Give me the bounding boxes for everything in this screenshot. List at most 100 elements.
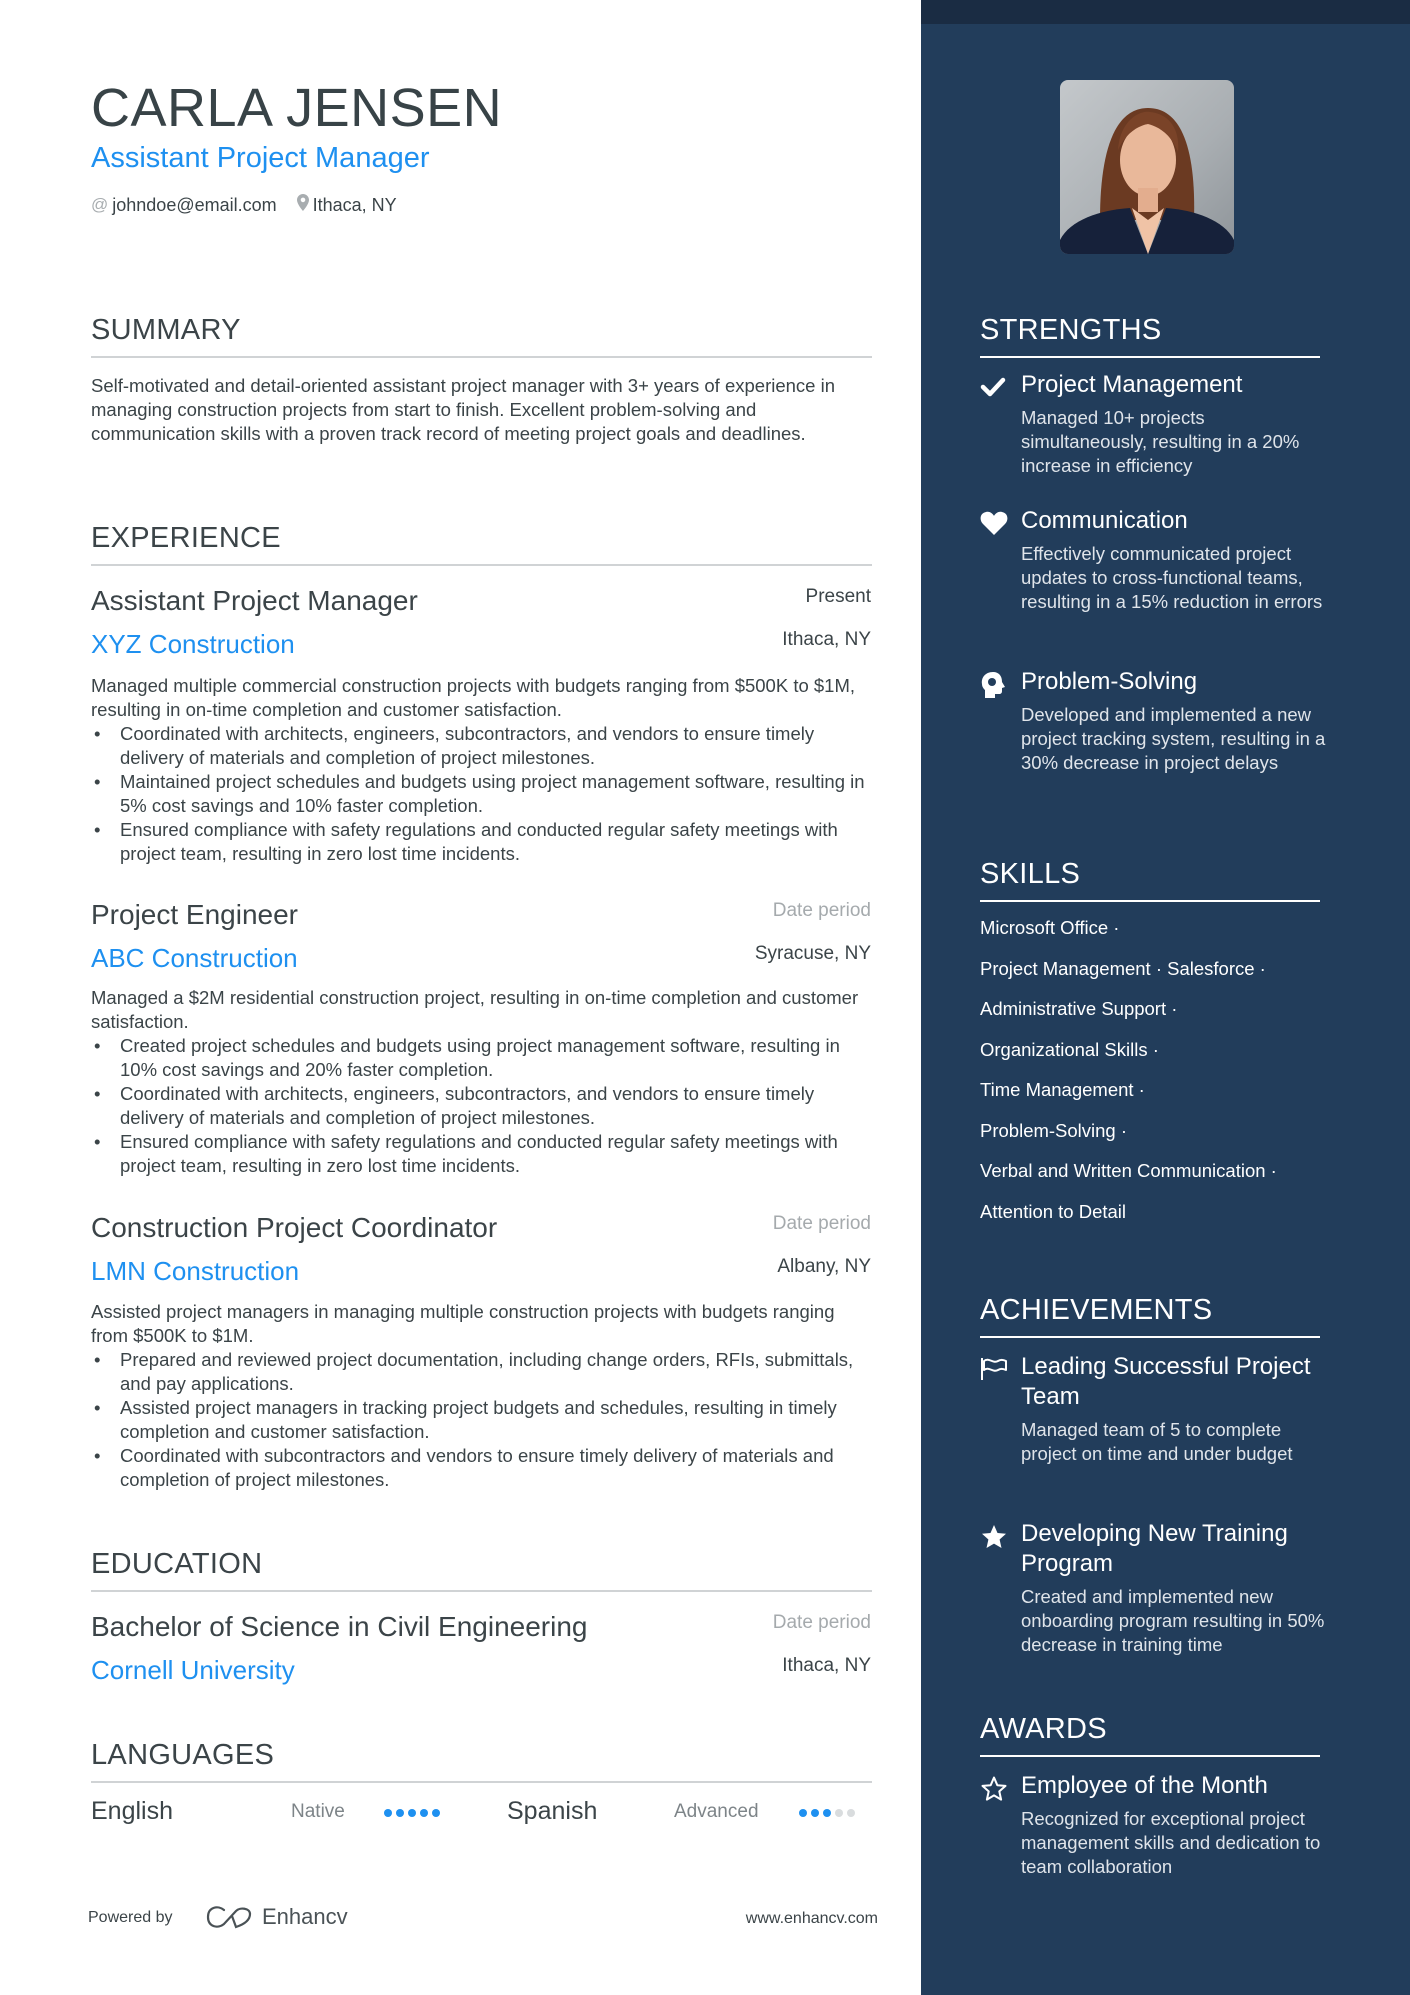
map-pin-icon	[296, 194, 309, 216]
job-title: Construction Project Coordinator	[91, 1212, 498, 1243]
education-school[interactable]: Cornell University	[91, 1653, 295, 1687]
job-location: Syracuse, NY	[754, 943, 871, 964]
location-text: Ithaca, NY	[312, 194, 397, 215]
brand-name: Enhancv	[262, 1904, 348, 1929]
skill-line: Organizational Skills ·	[980, 1038, 1159, 1060]
heart-icon	[980, 510, 1008, 538]
job-title: Assistant Project Manager	[91, 585, 418, 616]
website-link[interactable]: www.enhancv.com	[746, 1910, 878, 1928]
proficiency-dot-filled	[408, 1809, 416, 1817]
skill-line: Attention to Detail	[980, 1200, 1127, 1222]
sidebar-top-bar	[921, 0, 1410, 24]
job-bullet: Created project schedules and budgets us…	[91, 1034, 872, 1082]
job-bullet: Coordinated with architects, engineers, …	[91, 1082, 872, 1130]
job-company[interactable]: ABC Construction	[91, 941, 298, 975]
checkmark-icon	[980, 374, 1008, 402]
sidebar: STRENGTHS Project Management Managed 10+…	[921, 0, 1410, 1995]
strength-description: Developed and implemented a new project …	[1021, 704, 1326, 773]
languages-list: English Native Spanish Advanced	[91, 1797, 872, 1833]
award-title: Employee of the Month	[1021, 1772, 1268, 1799]
email-text: johndoe@email.com	[112, 194, 277, 215]
awards-heading: AWARDS	[980, 1711, 1320, 1757]
achievement-description: Created and implemented new onboarding p…	[1021, 1586, 1325, 1655]
main-column: CARLA JENSEN Assistant Project Manager @…	[0, 0, 921, 1995]
skills-list: Microsoft Office · Project Management · …	[980, 916, 1330, 1240]
job-title: Project Engineer	[91, 899, 299, 930]
job-bullets: Prepared and reviewed project documentat…	[91, 1348, 872, 1492]
contact-info: @ johndoe@email.com Ithaca, NY	[91, 194, 397, 216]
skill-line: Time Management ·	[980, 1079, 1145, 1100]
language-level: Native	[291, 1801, 345, 1822]
proficiency-dot-filled	[420, 1809, 428, 1817]
achievement-description: Managed team of 5 to complete project on…	[1021, 1419, 1293, 1464]
proficiency-dot-filled	[384, 1809, 392, 1817]
achievement-title: Developing New Training Program	[1021, 1520, 1288, 1577]
job-bullet: Ensured compliance with safety regulatio…	[91, 1130, 872, 1178]
strength-description: Effectively communicated project updates…	[1021, 543, 1323, 612]
candidate-name: CARLA JENSEN	[91, 78, 503, 138]
job-bullet: Assisted project managers in tracking pr…	[91, 1396, 872, 1444]
proficiency-dot-empty	[847, 1809, 855, 1817]
languages-heading: LANGUAGES	[91, 1737, 872, 1783]
language-name: Spanish	[507, 1797, 598, 1825]
strength-description: Managed 10+ projects simultaneously, res…	[1021, 407, 1300, 476]
strength-title: Problem-Solving	[1021, 668, 1198, 695]
contact-location: Ithaca, NY	[296, 194, 397, 216]
enhancv-logo-icon	[206, 1906, 252, 1929]
proficiency-dot-filled	[432, 1809, 440, 1817]
skill-line: Verbal and Written Communication ·	[980, 1160, 1277, 1181]
proficiency-dot-empty	[835, 1809, 843, 1817]
profile-photo-illustration	[1060, 108, 1234, 254]
job-details: Assisted project managers in managing mu…	[91, 1300, 872, 1492]
strengths-heading: STRENGTHS	[980, 312, 1320, 358]
proficiency-dot-filled	[811, 1809, 819, 1817]
summary-text: Self-motivated and detail-oriented assis…	[91, 375, 836, 444]
education-heading: EDUCATION	[91, 1546, 872, 1592]
job-company[interactable]: XYZ Construction	[91, 627, 295, 661]
achievements-heading: ACHIEVEMENTS	[980, 1292, 1320, 1338]
enhancv-logo[interactable]: Enhancv	[206, 1904, 348, 1930]
contact-email[interactable]: @ johndoe@email.com	[91, 195, 277, 216]
footer: Powered by Enhancv www.enhancv.com	[88, 1904, 878, 1934]
language-proficiency-dots	[799, 1809, 855, 1817]
education-location: Ithaca, NY	[782, 1655, 871, 1676]
experience-heading: EXPERIENCE	[91, 520, 872, 566]
powered-by-label: Powered by	[88, 1909, 173, 1926]
language-name: English	[91, 1797, 173, 1825]
profile-photo	[1060, 80, 1234, 254]
language-proficiency-dots	[384, 1809, 440, 1817]
star-outline-icon	[980, 1775, 1008, 1803]
at-icon: @	[91, 195, 109, 214]
education-date: Date period	[772, 1612, 871, 1633]
job-location: Ithaca, NY	[782, 629, 871, 650]
award-description: Recognized for exceptional project manag…	[1021, 1808, 1321, 1877]
job-date: Date period	[772, 1213, 871, 1234]
job-bullet: Coordinated with subcontractors and vend…	[91, 1444, 872, 1492]
skill-line: Microsoft Office ·	[980, 917, 1120, 938]
achievement-title: Leading Successful Project Team	[1021, 1353, 1311, 1410]
skills-heading: SKILLS	[980, 856, 1320, 902]
summary-heading: SUMMARY	[91, 312, 872, 358]
strength-item: Problem-Solving Developed and implemente…	[980, 667, 1330, 775]
job-location: Albany, NY	[777, 1256, 871, 1277]
skill-line: Administrative Support ·	[980, 998, 1178, 1019]
job-bullet: Prepared and reviewed project documentat…	[91, 1348, 872, 1396]
job-date: Date period	[772, 900, 871, 921]
skill-line: Project Management · Salesforce ·	[980, 957, 1266, 979]
proficiency-dot-filled	[823, 1809, 831, 1817]
strength-title: Communication	[1021, 507, 1188, 534]
achievement-item: Developing New Training Program Created …	[980, 1519, 1330, 1657]
job-details: Managed multiple commercial construction…	[91, 674, 872, 866]
language-level: Advanced	[674, 1801, 759, 1822]
job-bullet: Maintained project schedules and budgets…	[91, 770, 872, 818]
award-item: Employee of the Month Recognized for exc…	[980, 1771, 1330, 1879]
job-description: Assisted project managers in managing mu…	[91, 1301, 835, 1346]
job-description: Managed multiple commercial construction…	[91, 675, 856, 720]
job-description: Managed a $2M residential construction p…	[91, 987, 859, 1032]
candidate-title: Assistant Project Manager	[91, 142, 430, 174]
job-company[interactable]: LMN Construction	[91, 1254, 299, 1288]
strength-item: Project Management Managed 10+ projects …	[980, 370, 1330, 478]
job-details: Managed a $2M residential construction p…	[91, 986, 872, 1178]
head-brain-icon	[980, 671, 1008, 699]
job-bullets: Created project schedules and budgets us…	[91, 1034, 872, 1178]
